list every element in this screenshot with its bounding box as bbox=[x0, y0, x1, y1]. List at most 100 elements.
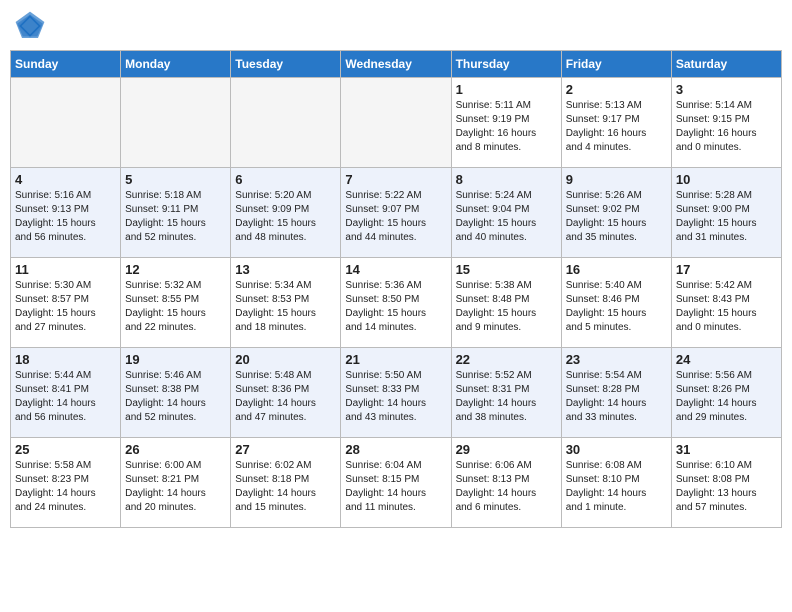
day-number: 13 bbox=[235, 262, 336, 277]
calendar-cell: 18 Sunrise: 5:44 AM Sunset: 8:41 PM Dayli… bbox=[11, 348, 121, 438]
week-row-3: 11 Sunrise: 5:30 AM Sunset: 8:57 PM Dayli… bbox=[11, 258, 782, 348]
calendar-cell: 7 Sunrise: 5:22 AM Sunset: 9:07 PM Daylig… bbox=[341, 168, 451, 258]
day-info: Sunrise: 5:24 AM Sunset: 9:04 PM Dayligh… bbox=[456, 189, 557, 245]
day-info: Sunrise: 5:36 AM Sunset: 8:50 PM Dayligh… bbox=[345, 279, 446, 335]
day-number: 18 bbox=[15, 352, 116, 367]
header-monday: Monday bbox=[121, 51, 231, 78]
day-number: 9 bbox=[566, 172, 667, 187]
day-number: 17 bbox=[676, 262, 777, 277]
day-info: Sunrise: 5:30 AM Sunset: 8:57 PM Dayligh… bbox=[15, 279, 116, 335]
calendar-cell: 17 Sunrise: 5:42 AM Sunset: 8:43 PM Dayli… bbox=[671, 258, 781, 348]
header-thursday: Thursday bbox=[451, 51, 561, 78]
day-info: Sunrise: 5:46 AM Sunset: 8:38 PM Dayligh… bbox=[125, 369, 226, 425]
calendar-cell: 9 Sunrise: 5:26 AM Sunset: 9:02 PM Daylig… bbox=[561, 168, 671, 258]
day-info: Sunrise: 5:28 AM Sunset: 9:00 PM Dayligh… bbox=[676, 189, 777, 245]
day-info: Sunrise: 5:52 AM Sunset: 8:31 PM Dayligh… bbox=[456, 369, 557, 425]
day-info: Sunrise: 5:13 AM Sunset: 9:17 PM Dayligh… bbox=[566, 99, 667, 155]
day-number: 25 bbox=[15, 442, 116, 457]
day-number: 21 bbox=[345, 352, 446, 367]
calendar-cell: 2 Sunrise: 5:13 AM Sunset: 9:17 PM Daylig… bbox=[561, 78, 671, 168]
day-number: 6 bbox=[235, 172, 336, 187]
day-info: Sunrise: 5:50 AM Sunset: 8:33 PM Dayligh… bbox=[345, 369, 446, 425]
day-number: 28 bbox=[345, 442, 446, 457]
page-header bbox=[10, 10, 782, 42]
calendar-cell: 19 Sunrise: 5:46 AM Sunset: 8:38 PM Dayli… bbox=[121, 348, 231, 438]
calendar-cell: 12Sunrise: 5:32 AM Sunset: 8:55 PM Dayli… bbox=[121, 258, 231, 348]
calendar-cell: 15 Sunrise: 5:38 AM Sunset: 8:48 PM Dayli… bbox=[451, 258, 561, 348]
week-row-2: 4Sunrise: 5:16 AM Sunset: 9:13 PM Daylig… bbox=[11, 168, 782, 258]
day-info: Sunrise: 5:16 AM Sunset: 9:13 PM Dayligh… bbox=[15, 189, 116, 245]
day-number: 10 bbox=[676, 172, 777, 187]
day-number: 16 bbox=[566, 262, 667, 277]
day-number: 2 bbox=[566, 82, 667, 97]
day-info: Sunrise: 5:18 AM Sunset: 9:11 PM Dayligh… bbox=[125, 189, 226, 245]
calendar-cell: 10 Sunrise: 5:28 AM Sunset: 9:00 PM Dayli… bbox=[671, 168, 781, 258]
calendar-cell: 30 Sunrise: 6:08 AM Sunset: 8:10 PM Dayli… bbox=[561, 438, 671, 528]
day-info: Sunrise: 6:10 AM Sunset: 8:08 PM Dayligh… bbox=[676, 459, 777, 515]
day-number: 12 bbox=[125, 262, 226, 277]
day-info: Sunrise: 5:44 AM Sunset: 8:41 PM Dayligh… bbox=[15, 369, 116, 425]
header-wednesday: Wednesday bbox=[341, 51, 451, 78]
day-info: Sunrise: 5:42 AM Sunset: 8:43 PM Dayligh… bbox=[676, 279, 777, 335]
day-number: 31 bbox=[676, 442, 777, 457]
day-info: Sunrise: 6:04 AM Sunset: 8:15 PM Dayligh… bbox=[345, 459, 446, 515]
day-number: 3 bbox=[676, 82, 777, 97]
day-info: Sunrise: 5:48 AM Sunset: 8:36 PM Dayligh… bbox=[235, 369, 336, 425]
day-number: 19 bbox=[125, 352, 226, 367]
day-info: Sunrise: 5:40 AM Sunset: 8:46 PM Dayligh… bbox=[566, 279, 667, 335]
calendar-cell: 22 Sunrise: 5:52 AM Sunset: 8:31 PM Dayli… bbox=[451, 348, 561, 438]
calendar-cell: 13 Sunrise: 5:34 AM Sunset: 8:53 PM Dayli… bbox=[231, 258, 341, 348]
day-info: Sunrise: 6:00 AM Sunset: 8:21 PM Dayligh… bbox=[125, 459, 226, 515]
calendar-cell bbox=[121, 78, 231, 168]
header-row: SundayMondayTuesdayWednesdayThursdayFrid… bbox=[11, 51, 782, 78]
day-info: Sunrise: 5:56 AM Sunset: 8:26 PM Dayligh… bbox=[676, 369, 777, 425]
header-tuesday: Tuesday bbox=[231, 51, 341, 78]
day-number: 22 bbox=[456, 352, 557, 367]
day-info: Sunrise: 5:11 AM Sunset: 9:19 PM Dayligh… bbox=[456, 99, 557, 155]
day-info: Sunrise: 6:06 AM Sunset: 8:13 PM Dayligh… bbox=[456, 459, 557, 515]
calendar-cell: 11 Sunrise: 5:30 AM Sunset: 8:57 PM Dayli… bbox=[11, 258, 121, 348]
day-number: 26 bbox=[125, 442, 226, 457]
day-info: Sunrise: 5:58 AM Sunset: 8:23 PM Dayligh… bbox=[15, 459, 116, 515]
day-info: Sunrise: 5:20 AM Sunset: 9:09 PM Dayligh… bbox=[235, 189, 336, 245]
calendar-cell: 5 Sunrise: 5:18 AM Sunset: 9:11 PM Daylig… bbox=[121, 168, 231, 258]
day-info: Sunrise: 6:02 AM Sunset: 8:18 PM Dayligh… bbox=[235, 459, 336, 515]
calendar-cell: 21 Sunrise: 5:50 AM Sunset: 8:33 PM Dayli… bbox=[341, 348, 451, 438]
day-number: 29 bbox=[456, 442, 557, 457]
header-saturday: Saturday bbox=[671, 51, 781, 78]
calendar-cell: 29 Sunrise: 6:06 AM Sunset: 8:13 PM Dayli… bbox=[451, 438, 561, 528]
day-number: 20 bbox=[235, 352, 336, 367]
day-info: Sunrise: 5:14 AM Sunset: 9:15 PM Dayligh… bbox=[676, 99, 777, 155]
day-number: 23 bbox=[566, 352, 667, 367]
calendar-cell bbox=[231, 78, 341, 168]
calendar-table: SundayMondayTuesdayWednesdayThursdayFrid… bbox=[10, 50, 782, 528]
day-number: 11 bbox=[15, 262, 116, 277]
logo bbox=[14, 10, 50, 42]
day-number: 30 bbox=[566, 442, 667, 457]
day-number: 1 bbox=[456, 82, 557, 97]
day-info: Sunrise: 5:34 AM Sunset: 8:53 PM Dayligh… bbox=[235, 279, 336, 335]
day-number: 27 bbox=[235, 442, 336, 457]
calendar-cell bbox=[341, 78, 451, 168]
week-row-5: 25 Sunrise: 5:58 AM Sunset: 8:23 PM Dayli… bbox=[11, 438, 782, 528]
day-info: Sunrise: 5:54 AM Sunset: 8:28 PM Dayligh… bbox=[566, 369, 667, 425]
day-number: 5 bbox=[125, 172, 226, 187]
day-info: Sunrise: 5:26 AM Sunset: 9:02 PM Dayligh… bbox=[566, 189, 667, 245]
calendar-cell: 20 Sunrise: 5:48 AM Sunset: 8:36 PM Dayli… bbox=[231, 348, 341, 438]
calendar-cell: 31 Sunrise: 6:10 AM Sunset: 8:08 PM Dayli… bbox=[671, 438, 781, 528]
day-info: Sunrise: 6:08 AM Sunset: 8:10 PM Dayligh… bbox=[566, 459, 667, 515]
day-number: 8 bbox=[456, 172, 557, 187]
day-number: 24 bbox=[676, 352, 777, 367]
day-number: 15 bbox=[456, 262, 557, 277]
day-info: Sunrise: 5:38 AM Sunset: 8:48 PM Dayligh… bbox=[456, 279, 557, 335]
calendar-cell bbox=[11, 78, 121, 168]
day-info: Sunrise: 5:22 AM Sunset: 9:07 PM Dayligh… bbox=[345, 189, 446, 245]
day-number: 7 bbox=[345, 172, 446, 187]
calendar-cell: 27 Sunrise: 6:02 AM Sunset: 8:18 PM Dayli… bbox=[231, 438, 341, 528]
calendar-cell: 1 Sunrise: 5:11 AM Sunset: 9:19 PM Daylig… bbox=[451, 78, 561, 168]
header-friday: Friday bbox=[561, 51, 671, 78]
calendar-cell: 4Sunrise: 5:16 AM Sunset: 9:13 PM Daylig… bbox=[11, 168, 121, 258]
calendar-cell: 25 Sunrise: 5:58 AM Sunset: 8:23 PM Dayli… bbox=[11, 438, 121, 528]
calendar-cell: 3 Sunrise: 5:14 AM Sunset: 9:15 PM Daylig… bbox=[671, 78, 781, 168]
calendar-cell: 23 Sunrise: 5:54 AM Sunset: 8:28 PM Dayli… bbox=[561, 348, 671, 438]
